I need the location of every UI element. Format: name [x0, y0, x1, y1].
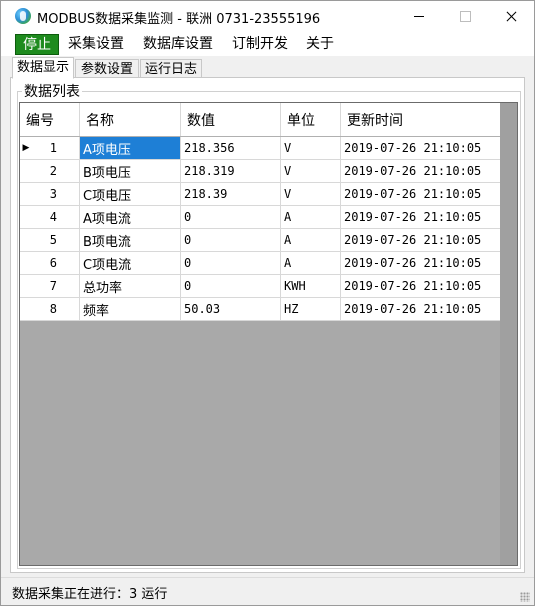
- cell-name[interactable]: 频率: [79, 297, 181, 321]
- column-header-value[interactable]: 数值: [180, 103, 281, 137]
- cell-value[interactable]: 218.39: [180, 182, 281, 206]
- menu-about[interactable]: 关于: [306, 32, 334, 56]
- cell-id[interactable]: 7: [32, 274, 80, 298]
- tab-run-log[interactable]: 运行日志: [140, 59, 202, 79]
- cell-unit[interactable]: A: [280, 205, 341, 229]
- row-pointer-icon: [20, 159, 32, 183]
- table-row[interactable]: 7 总功率 0 KWH 2019-07-26 21:10:05: [20, 274, 501, 298]
- column-header-id[interactable]: 编号: [20, 103, 80, 137]
- cell-name[interactable]: B项电流: [79, 228, 181, 252]
- cell-id[interactable]: 6: [32, 251, 80, 275]
- table-row[interactable]: 3 C项电压 218.39 V 2019-07-26 21:10:05: [20, 182, 501, 206]
- cell-update-time[interactable]: 2019-07-26 21:10:05: [340, 297, 501, 321]
- cell-name[interactable]: A项电流: [79, 205, 181, 229]
- status-text: 数据采集正在进行：3 运行: [12, 587, 168, 602]
- table-body: ▶ 1 A项电压 218.356 V 2019-07-26 21:10:05 2 B项电压 21…: [20, 136, 501, 321]
- cell-value[interactable]: 50.03: [180, 297, 281, 321]
- cell-name[interactable]: A项电压: [79, 136, 181, 160]
- group-title: 数据列表: [22, 81, 82, 101]
- table-row[interactable]: 6 C项电流 0 A 2019-07-26 21:10:05: [20, 251, 501, 275]
- title-bar[interactable]: MODBUS数据采集监测 - 联洲 0731-23555196: [1, 1, 534, 32]
- cell-value[interactable]: 0: [180, 251, 281, 275]
- app-window: MODBUS数据采集监测 - 联洲 0731-23555196 停止 采集设置 …: [0, 0, 535, 606]
- cell-id[interactable]: 4: [32, 205, 80, 229]
- row-pointer-icon: [20, 205, 32, 229]
- tab-data-display[interactable]: 数据显示: [12, 57, 74, 79]
- cell-unit[interactable]: V: [280, 159, 341, 183]
- menu-bar: 停止 采集设置 数据库设置 订制开发 关于: [1, 32, 534, 56]
- cell-name[interactable]: 总功率: [79, 274, 181, 298]
- resize-grip-icon[interactable]: [520, 592, 530, 602]
- cell-unit[interactable]: A: [280, 251, 341, 275]
- cell-id[interactable]: 3: [32, 182, 80, 206]
- row-pointer-icon: [20, 228, 32, 252]
- cell-update-time[interactable]: 2019-07-26 21:10:05: [340, 159, 501, 183]
- cell-unit[interactable]: V: [280, 136, 341, 160]
- table-row[interactable]: 4 A项电流 0 A 2019-07-26 21:10:05: [20, 205, 501, 229]
- cell-unit[interactable]: KWH: [280, 274, 341, 298]
- table-header-row: 编号 名称 数值 单位 更新时间: [20, 103, 501, 137]
- column-header-unit[interactable]: 单位: [280, 103, 341, 137]
- row-pointer-icon: [20, 274, 32, 298]
- cell-id[interactable]: 5: [32, 228, 80, 252]
- table-row[interactable]: ▶ 1 A项电压 218.356 V 2019-07-26 21:10:05: [20, 136, 501, 160]
- table-row[interactable]: 5 B项电流 0 A 2019-07-26 21:10:05: [20, 228, 501, 252]
- status-bar: 数据采集正在进行：3 运行: [1, 577, 534, 605]
- window-title: MODBUS数据采集监测 - 联洲 0731-23555196: [37, 12, 321, 27]
- data-grid[interactable]: 编号 名称 数值 单位 更新时间 ▶ 1 A项电压 218.356 V 2019-07-2…: [19, 102, 518, 566]
- cell-id[interactable]: 8: [32, 297, 80, 321]
- cell-value[interactable]: 0: [180, 228, 281, 252]
- cell-update-time[interactable]: 2019-07-26 21:10:05: [340, 274, 501, 298]
- cell-update-time[interactable]: 2019-07-26 21:10:05: [340, 136, 501, 160]
- cell-name[interactable]: C项电压: [79, 182, 181, 206]
- row-pointer-icon: ▶: [20, 136, 32, 160]
- tab-parameter-settings[interactable]: 参数设置: [75, 59, 139, 79]
- cell-unit[interactable]: V: [280, 182, 341, 206]
- menu-database-settings[interactable]: 数据库设置: [143, 32, 213, 56]
- cell-value[interactable]: 0: [180, 205, 281, 229]
- minimize-button[interactable]: [396, 1, 442, 32]
- cell-update-time[interactable]: 2019-07-26 21:10:05: [340, 205, 501, 229]
- cell-value[interactable]: 218.356: [180, 136, 281, 160]
- app-icon: [15, 8, 31, 24]
- row-pointer-icon: [20, 182, 32, 206]
- vertical-scrollbar[interactable]: [500, 103, 517, 565]
- row-pointer-icon: [20, 297, 32, 321]
- menu-custom-dev[interactable]: 订制开发: [232, 32, 288, 56]
- close-button[interactable]: [488, 1, 534, 32]
- data-table: 编号 名称 数值 单位 更新时间 ▶ 1 A项电压 218.356 V 2019-07-2…: [20, 103, 501, 321]
- table-row[interactable]: 2 B项电压 218.319 V 2019-07-26 21:10:05: [20, 159, 501, 183]
- cell-update-time[interactable]: 2019-07-26 21:10:05: [340, 251, 501, 275]
- maximize-button[interactable]: [442, 1, 488, 32]
- stop-button[interactable]: 停止: [15, 34, 59, 55]
- cell-name[interactable]: B项电压: [79, 159, 181, 183]
- cell-value[interactable]: 0: [180, 274, 281, 298]
- cell-unit[interactable]: HZ: [280, 297, 341, 321]
- column-header-name[interactable]: 名称: [79, 103, 181, 137]
- cell-id[interactable]: 2: [32, 159, 80, 183]
- column-header-update-time[interactable]: 更新时间: [340, 103, 501, 137]
- menu-collect-settings[interactable]: 采集设置: [68, 32, 124, 56]
- cell-value[interactable]: 218.319: [180, 159, 281, 183]
- cell-name[interactable]: C项电流: [79, 251, 181, 275]
- cell-unit[interactable]: A: [280, 228, 341, 252]
- cell-update-time[interactable]: 2019-07-26 21:10:05: [340, 182, 501, 206]
- cell-update-time[interactable]: 2019-07-26 21:10:05: [340, 228, 501, 252]
- cell-id[interactable]: 1: [32, 136, 80, 160]
- row-pointer-icon: [20, 251, 32, 275]
- table-row[interactable]: 8 频率 50.03 HZ 2019-07-26 21:10:05: [20, 297, 501, 321]
